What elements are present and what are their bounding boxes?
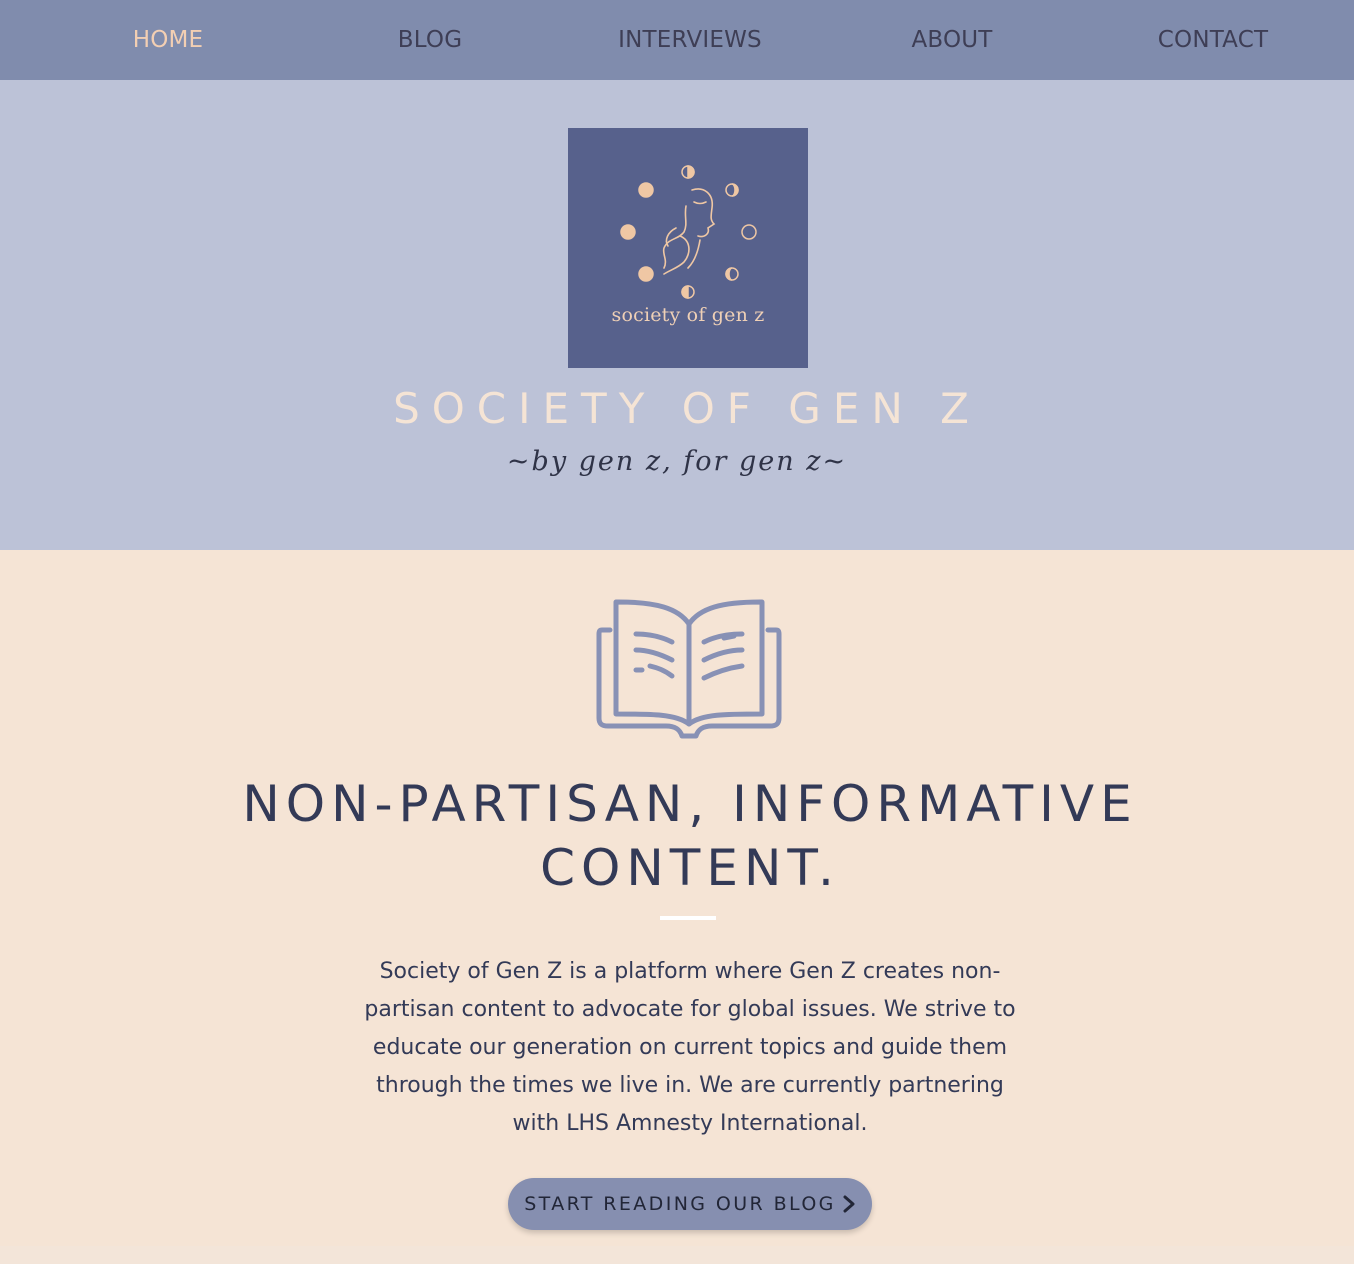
intro-section: NON-PARTISAN, INFORMATIVE CONTENT. Socie… xyxy=(0,550,1354,1264)
top-navigation: HOME BLOG INTERVIEWS ABOUT CONTACT xyxy=(0,0,1354,80)
chevron-right-icon xyxy=(843,1195,855,1213)
section-bottom-edge xyxy=(0,1246,1354,1264)
hero-section: society of gen z SOCIETY OF GEN Z ~by ge… xyxy=(0,80,1354,550)
moon-phases-face-logo-icon xyxy=(620,165,757,299)
section-headline: NON-PARTISAN, INFORMATIVE CONTENT. xyxy=(242,775,1138,897)
start-reading-blog-button[interactable]: START READING OUR BLOG xyxy=(508,1178,872,1230)
nav-interviews[interactable]: INTERVIEWS xyxy=(600,0,780,80)
site-title: SOCIETY OF GEN Z xyxy=(393,384,981,433)
nav-blog[interactable]: BLOG xyxy=(370,0,490,80)
headline-divider xyxy=(660,916,716,920)
nav-contact[interactable]: CONTACT xyxy=(1138,0,1288,80)
cta-label: START READING OUR BLOG xyxy=(524,1193,836,1215)
logo-text: society of gen z xyxy=(611,304,765,326)
tagline: ~by gen z, for gen z~ xyxy=(506,446,848,477)
nav-home[interactable]: HOME xyxy=(108,0,228,80)
site-logo[interactable]: society of gen z xyxy=(568,128,808,368)
open-book-icon xyxy=(596,599,782,739)
nav-about[interactable]: ABOUT xyxy=(882,0,1022,80)
intro-description: Society of Gen Z is a platform where Gen… xyxy=(364,959,1016,1136)
